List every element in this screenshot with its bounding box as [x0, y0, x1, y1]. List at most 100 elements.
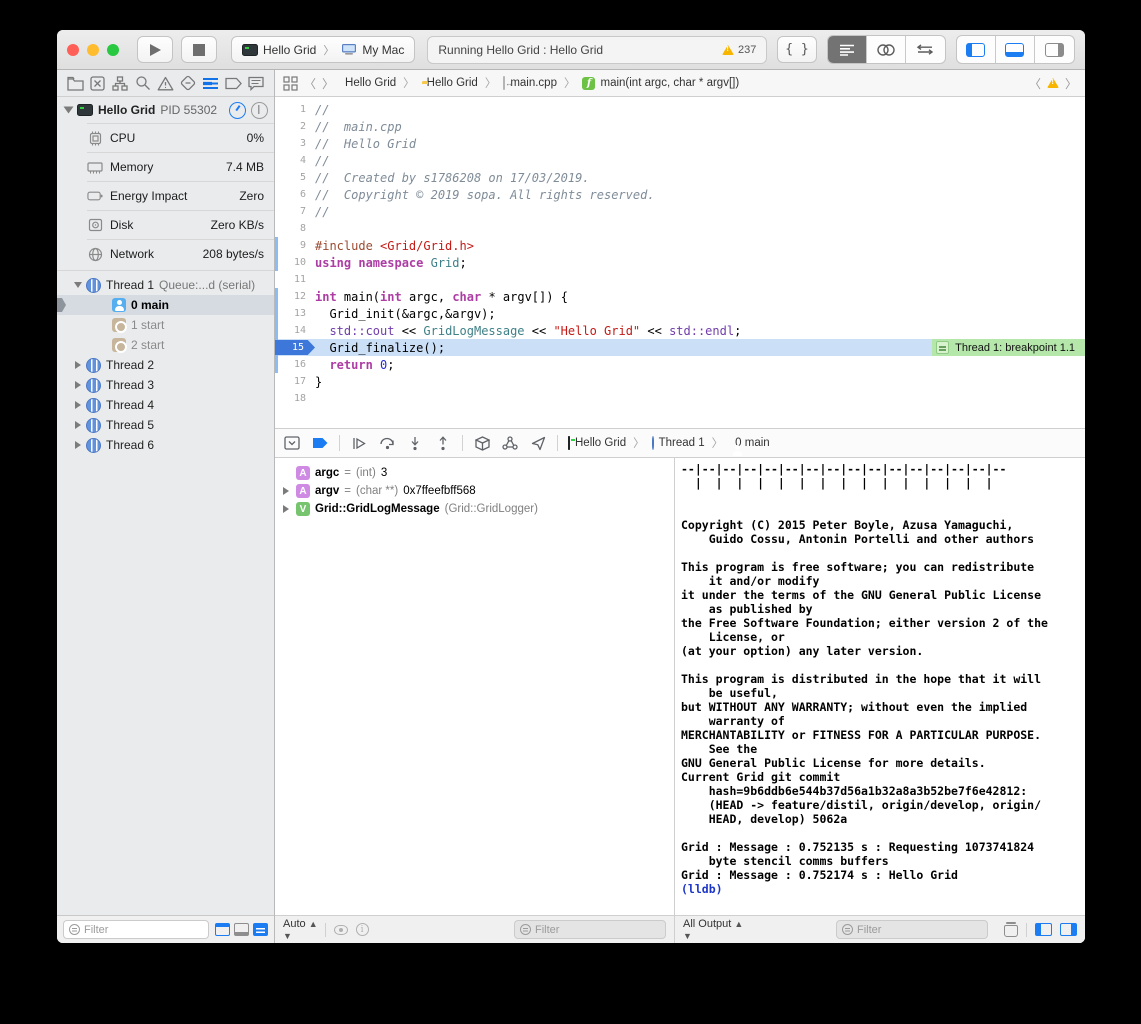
gauge-icon[interactable]	[229, 102, 246, 119]
debug-crumb[interactable]: Hello Grid	[568, 437, 626, 449]
thread-row[interactable]: Thread 6	[57, 435, 274, 455]
back-button[interactable]: 〈	[304, 75, 316, 92]
assistant-editor-button[interactable]	[867, 36, 906, 63]
breakpoint-marker[interactable]: 15	[275, 340, 315, 355]
zoom-button[interactable]	[107, 44, 119, 56]
gauge-row-cpu[interactable]: CPU0%	[87, 123, 274, 152]
navigator-tab-project-navigator[interactable]	[65, 73, 85, 93]
simulate-location-button[interactable]	[529, 435, 547, 451]
line-number-gutter[interactable]: 12	[275, 291, 315, 302]
disclosure-triangle[interactable]	[75, 441, 81, 449]
jump-bar-item[interactable]: Hello Grid	[340, 77, 396, 89]
line-number-gutter[interactable]: 13	[275, 308, 315, 319]
navigator-panel-toggle[interactable]	[957, 36, 996, 63]
version-editor-button[interactable]	[906, 36, 945, 63]
line-number-gutter[interactable]: 6	[275, 189, 315, 200]
process-row[interactable]: Hello Grid PID 55302	[57, 97, 274, 123]
navigator-tab-source-control[interactable]	[88, 73, 108, 93]
navigator-tab-debug-navigator[interactable]	[201, 73, 221, 93]
console-filter-field[interactable]: Filter	[836, 920, 988, 939]
grid-filter-icon[interactable]	[253, 923, 268, 936]
line-number-gutter[interactable]: 11	[275, 274, 315, 285]
debug-crumb[interactable]: Thread 1	[652, 437, 705, 449]
jump-bar-item[interactable]: main.cpp	[503, 77, 557, 89]
continue-button[interactable]	[350, 435, 368, 451]
run-button[interactable]	[137, 36, 173, 63]
flag-filter-icon[interactable]	[215, 923, 230, 936]
navigator-tab-symbol-navigator[interactable]	[110, 73, 130, 93]
debug-panel-toggle[interactable]	[996, 36, 1035, 63]
disclosure-triangle[interactable]	[75, 381, 81, 389]
stop-button[interactable]	[181, 36, 217, 63]
breakpoint-annotation[interactable]: Thread 1: breakpoint 1.1	[932, 339, 1085, 356]
disclosure-triangle[interactable]	[281, 505, 291, 513]
line-number-gutter[interactable]: 4	[275, 155, 315, 166]
thread-row[interactable]: Thread 2	[57, 355, 274, 375]
close-button[interactable]	[67, 44, 79, 56]
disclosure-triangle[interactable]	[281, 487, 291, 495]
debug-crumb[interactable]: 0 main	[730, 437, 770, 449]
inspector-panel-toggle[interactable]	[1035, 36, 1074, 63]
line-number-gutter[interactable]: 5	[275, 172, 315, 183]
next-issue-button[interactable]: 〉	[1065, 75, 1077, 92]
memory-graph-button[interactable]	[501, 435, 519, 451]
navigator-tab-find-navigator[interactable]	[133, 73, 153, 93]
step-into-button[interactable]	[406, 435, 424, 451]
line-number-gutter[interactable]: 17	[275, 376, 315, 387]
stack-frame-row[interactable]: 2 start	[57, 335, 274, 355]
line-number-gutter[interactable]: 7	[275, 206, 315, 217]
step-over-button[interactable]	[378, 435, 396, 451]
thread-row[interactable]: Thread 5	[57, 415, 274, 435]
line-number-gutter[interactable]: 1	[275, 104, 315, 115]
stack-frame-row[interactable]: 1 start	[57, 315, 274, 335]
output-scope-selector[interactable]: All Output ▲▼	[683, 918, 742, 942]
stack-frame-row[interactable]: 0 main	[57, 295, 274, 315]
source-editor[interactable]: 1//2// main.cpp3// Hello Grid4//5// Crea…	[275, 97, 1085, 428]
navigator-tab-issue-navigator[interactable]	[156, 73, 176, 93]
variables-filter-field[interactable]: Filter	[514, 920, 666, 939]
hide-debug-area-button[interactable]	[283, 435, 301, 451]
navigator-filter-field[interactable]: Filter	[63, 920, 209, 939]
scope-selector[interactable]: Auto ▲▼	[283, 918, 317, 942]
related-items-icon[interactable]	[283, 76, 298, 91]
line-number-gutter[interactable]: 9	[275, 240, 315, 251]
variable-row[interactable]: Aargc=(int)3	[281, 464, 670, 482]
line-number-gutter[interactable]: 8	[275, 223, 315, 234]
forward-button[interactable]: 〉	[322, 75, 334, 92]
minimize-button[interactable]	[87, 44, 99, 56]
variable-row[interactable]: Aargv=(char **)0x7ffeefbff568	[281, 482, 670, 500]
line-number-gutter[interactable]: 16	[275, 359, 315, 370]
console-output[interactable]: --|--|--|--|--|--|--|--|--|--|--|--|--|-…	[675, 458, 1085, 915]
disclosure-triangle[interactable]	[75, 421, 81, 429]
gauge-row-disk[interactable]: DiskZero KB/s	[87, 210, 274, 239]
line-number-gutter[interactable]: 3	[275, 138, 315, 149]
thread-row[interactable]: Thread 3	[57, 375, 274, 395]
clear-console-icon[interactable]	[1004, 922, 1018, 937]
gauge-row-energy-impact[interactable]: Energy ImpactZero	[87, 181, 274, 210]
previous-issue-button[interactable]: 〈	[1029, 75, 1041, 92]
variable-row[interactable]: VGrid::GridLogMessage(Grid::GridLogger)	[281, 500, 670, 518]
navigator-tab-test-navigator[interactable]	[178, 73, 198, 93]
breakpoints-toggle-button[interactable]	[311, 435, 329, 451]
navigator-tab-breakpoint-navigator[interactable]	[223, 73, 243, 93]
step-out-button[interactable]	[434, 435, 452, 451]
variables-toggle-icon[interactable]	[1035, 923, 1052, 936]
thread-row[interactable]: Thread 1Queue:...d (serial)	[57, 275, 274, 295]
stack-filter-icon[interactable]	[234, 923, 249, 936]
info-icon[interactable]: i	[356, 923, 369, 936]
jump-bar-item[interactable]: fmain(int argc, char * argv[])	[582, 77, 739, 90]
warning-badge[interactable]: 237	[722, 44, 756, 56]
threads-view-icon[interactable]	[251, 102, 268, 119]
line-number-gutter[interactable]: 18	[275, 393, 315, 404]
lldb-prompt[interactable]: (lldb)	[681, 882, 1079, 896]
thread-row[interactable]: Thread 4	[57, 395, 274, 415]
quicklook-icon[interactable]	[334, 925, 348, 935]
gauge-row-network[interactable]: Network208 bytes/s	[87, 239, 274, 268]
scheme-selector[interactable]: Hello Grid 〉 My Mac	[231, 36, 415, 63]
gauge-row-memory[interactable]: Memory7.4 MB	[87, 152, 274, 181]
line-number-gutter[interactable]: 14	[275, 325, 315, 336]
disclosure-triangle[interactable]	[75, 401, 81, 409]
jump-bar-item[interactable]: Hello Grid	[422, 77, 478, 89]
code-review-button[interactable]: { }	[777, 36, 817, 63]
standard-editor-button[interactable]	[828, 36, 867, 63]
